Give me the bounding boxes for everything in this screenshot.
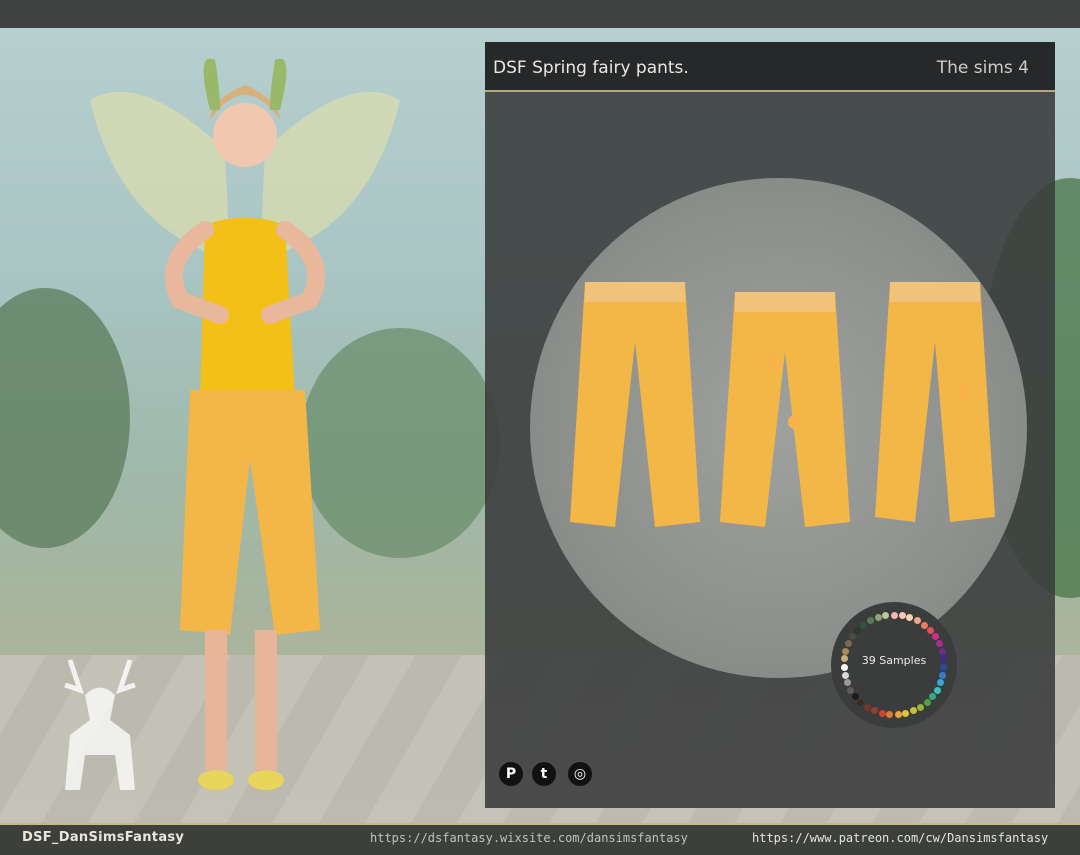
swatch-dot	[860, 621, 868, 629]
wix-link[interactable]: https://dsfantasy.wixsite.com/dansimsfan…	[370, 831, 688, 845]
swatch-dot	[894, 711, 902, 719]
swatch-dot	[933, 686, 941, 694]
swatch-dot	[931, 633, 939, 641]
swatch-dot	[851, 693, 859, 701]
top-bar	[0, 0, 1080, 28]
swatch-dot	[878, 710, 886, 718]
panel-header: DSF Spring fairy pants. The sims 4	[485, 42, 1055, 92]
pants-front-view	[720, 292, 850, 527]
patreon-link[interactable]: https://www.patreon.com/cw/Dansimsfantas…	[752, 831, 1048, 845]
swatch-dot	[857, 698, 865, 706]
swatch-dot	[849, 633, 857, 641]
swatch-dot	[867, 617, 875, 625]
swatch-dot	[845, 640, 853, 648]
pants-back-view	[570, 282, 700, 527]
swatch-dot	[863, 703, 871, 711]
swatch-dot	[906, 614, 914, 622]
swatch-dot	[937, 679, 945, 687]
swatch-dot	[841, 671, 849, 679]
pinterest-icon[interactable]: P	[499, 762, 523, 786]
game-label: The sims 4	[936, 58, 1029, 78]
swatch-dot	[917, 703, 925, 711]
product-panel: DSF Spring fairy pants. The sims 4 39 Sa…	[485, 42, 1055, 808]
footer-bar: DSF_DanSimsFantasy https://dsfantasy.wix…	[0, 823, 1080, 855]
swatch-dot	[840, 663, 848, 671]
brand-name: DSF_DanSimsFantasy	[22, 830, 185, 845]
instagram-icon[interactable]: ◎	[568, 762, 592, 786]
swatch-dot	[920, 621, 928, 629]
swatch-dot	[842, 647, 850, 655]
swatch-dot	[882, 612, 890, 620]
swatch-dot	[890, 611, 898, 619]
swatch-dot	[910, 707, 918, 715]
swatch-dot	[929, 693, 937, 701]
swatch-dot	[939, 671, 947, 679]
swatch-dot	[843, 679, 851, 687]
swatch-dot	[840, 655, 848, 663]
swatch-dot	[940, 655, 948, 663]
swatch-dot	[874, 614, 882, 622]
deer-logo	[64, 659, 136, 790]
swatch-dot	[938, 647, 946, 655]
pants-side-view	[875, 282, 995, 522]
swatch-dot	[898, 612, 906, 620]
pants-previews	[570, 282, 995, 527]
tumblr-icon[interactable]: t	[532, 762, 556, 786]
product-title: DSF Spring fairy pants.	[493, 58, 689, 78]
swatch-dot	[923, 698, 931, 706]
swatch-dot	[870, 707, 878, 715]
swatch-dot	[847, 686, 855, 694]
swatch-dot	[886, 711, 894, 719]
samples-count: 39 Samples	[861, 654, 927, 667]
swatch-dot	[935, 640, 943, 648]
swatch-dot	[940, 663, 948, 671]
swatch-dot	[902, 710, 910, 718]
swatch-dot	[913, 617, 921, 625]
